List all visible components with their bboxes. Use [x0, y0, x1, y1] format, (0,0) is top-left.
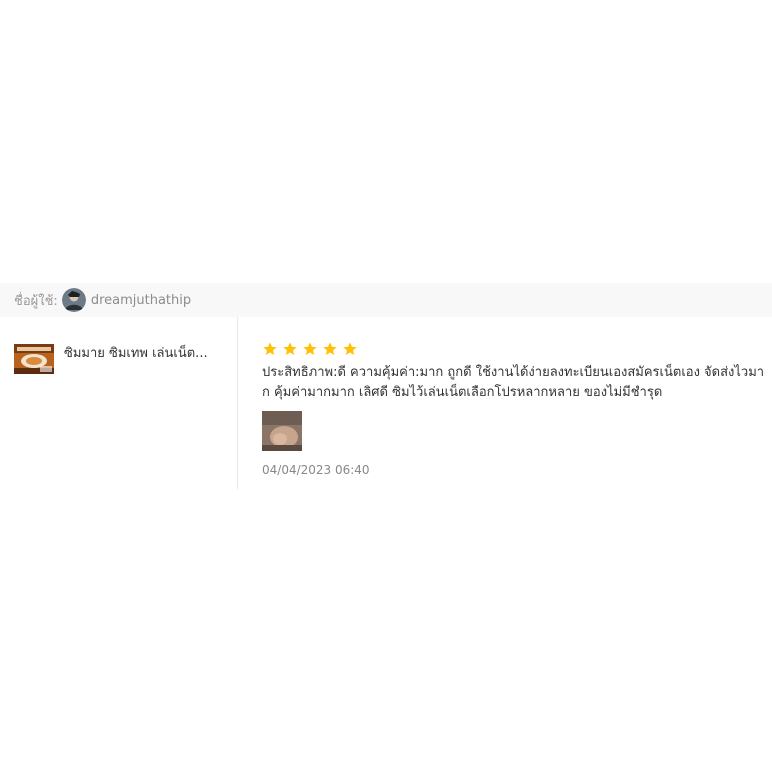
- review-card: ชื่อผู้ใช้: dreamjuthathip ซิมมาย ซิมเทพ…: [0, 283, 772, 489]
- star-icon: [263, 342, 277, 355]
- user-avatar: [61, 288, 86, 312]
- review-text: ประสิทธิภาพ:ดี ความคุ้มค่า:มาก ถูกดี ใช้…: [262, 365, 765, 400]
- review-photo[interactable]: [262, 411, 302, 451]
- product-name[interactable]: ซิมมาย ซิมเทพ เล่นเน็ต...: [64, 342, 214, 363]
- review-content: ประสิทธิภาพ:ดี ความคุ้มค่า:มาก ถูกดี ใช้…: [238, 317, 772, 489]
- rating-stars: [262, 341, 766, 357]
- product-column[interactable]: ซิมมาย ซิมเทพ เล่นเน็ต...: [0, 317, 238, 489]
- review-user-bar: ชื่อผู้ใช้: dreamjuthathip: [0, 283, 772, 317]
- star-icon: [283, 342, 297, 355]
- product-thumbnail[interactable]: [14, 344, 54, 374]
- star-icon: [303, 342, 317, 355]
- user-label: ชื่อผู้ใช้:: [14, 293, 58, 309]
- username[interactable]: dreamjuthathip: [91, 293, 191, 308]
- review-body: ซิมมาย ซิมเทพ เล่นเน็ต... ประสิทธิภาพ:ดี…: [0, 317, 772, 489]
- star-icon: [343, 342, 357, 355]
- review-date: 04/04/2023 06:40: [262, 463, 370, 477]
- star-icon: [323, 342, 337, 355]
